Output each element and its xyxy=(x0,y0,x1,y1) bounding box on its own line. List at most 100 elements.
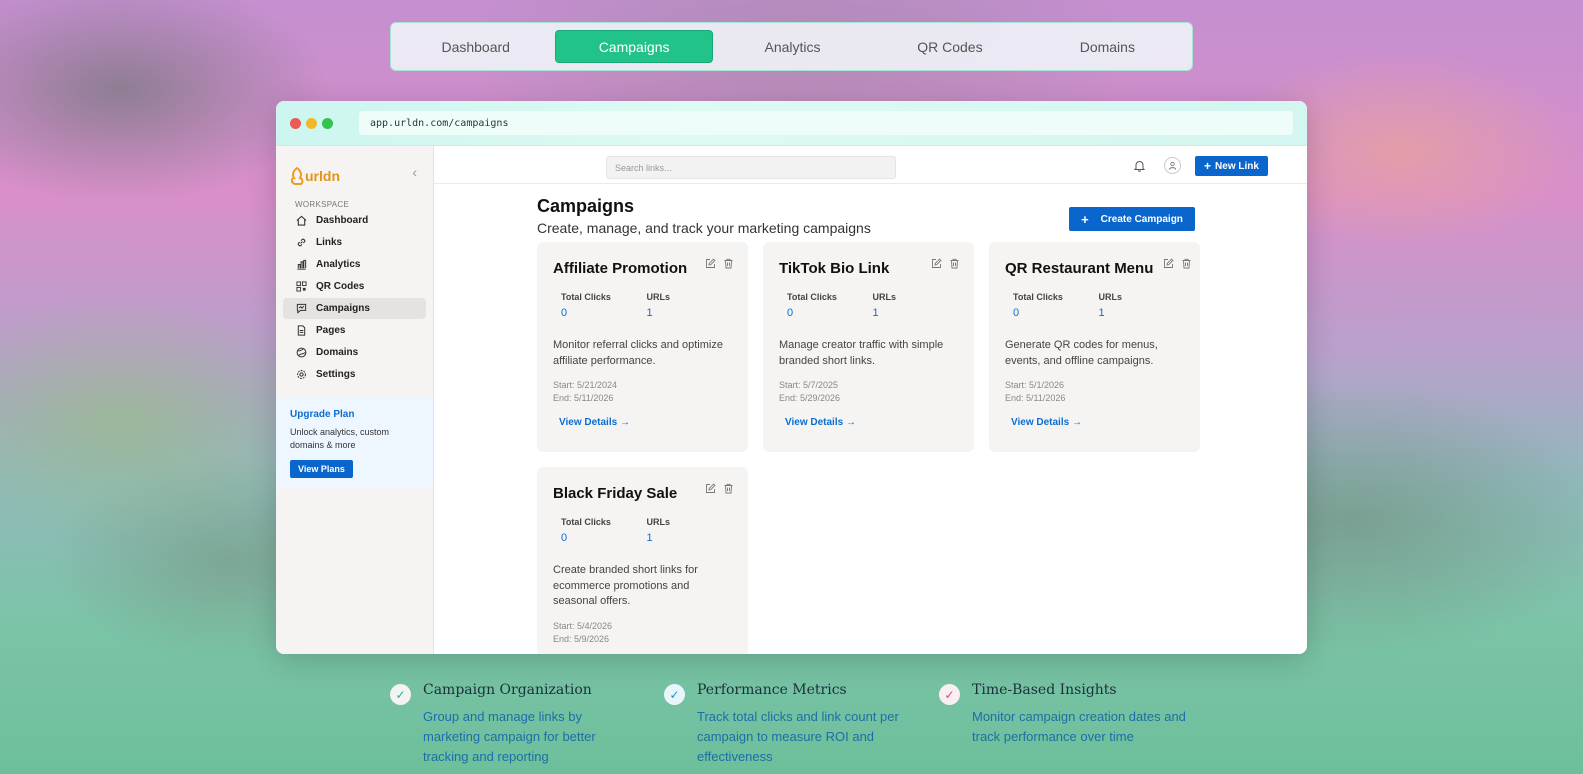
gear-icon xyxy=(295,369,307,381)
create-campaign-label: Create Campaign xyxy=(1100,213,1183,225)
start-date: Start: 5/21/2024 xyxy=(553,380,618,390)
campaign-icon xyxy=(295,303,307,315)
trash-icon[interactable] xyxy=(723,481,734,499)
arrow-right-icon: → xyxy=(1071,417,1082,428)
check-icon: ✓ xyxy=(390,684,411,705)
view-details-link[interactable]: View Details → xyxy=(553,417,732,428)
tab-dashboard[interactable]: Dashboard xyxy=(398,30,553,63)
tab-analytics[interactable]: Analytics xyxy=(715,30,870,63)
urls-label: URLs xyxy=(872,292,897,302)
maximize-window-dot[interactable] xyxy=(322,117,333,129)
view-details-label: View Details xyxy=(785,417,844,428)
trash-icon[interactable] xyxy=(723,256,734,274)
check-icon: ✓ xyxy=(664,684,685,705)
feature-title: Campaign Organization xyxy=(423,682,592,698)
campaign-description: Generate QR codes for menus, events, and… xyxy=(1005,339,1158,367)
page-title: Campaigns xyxy=(537,196,635,216)
search-input[interactable]: Search links... xyxy=(606,156,896,179)
card-actions xyxy=(931,256,960,274)
view-details-link[interactable]: View Details → xyxy=(779,417,958,428)
qr-icon xyxy=(295,281,307,293)
campaign-description: Manage creator traffic with simple brand… xyxy=(779,339,944,367)
campaign-description: Monitor referral clicks and optimize aff… xyxy=(553,339,723,367)
sidebar-nav: Dashboard Links Analytics QR Codes Campa… xyxy=(276,210,433,385)
card-actions xyxy=(705,481,734,499)
edit-icon[interactable] xyxy=(705,256,716,274)
view-details-link[interactable]: View Details → xyxy=(1005,417,1184,428)
feature-description: Track total clicks and link count per ca… xyxy=(697,709,899,764)
address-bar[interactable]: app.urldn.com/campaigns xyxy=(359,111,1293,135)
card-actions xyxy=(1163,256,1192,274)
campaign-title: QR Restaurant Menu xyxy=(1005,260,1154,277)
total-clicks-value: 0 xyxy=(561,307,568,319)
create-campaign-button[interactable]: + Create Campaign xyxy=(1069,207,1195,231)
arrow-right-icon: → xyxy=(619,417,630,428)
urls-value: 1 xyxy=(872,307,879,319)
total-clicks-label: Total Clicks xyxy=(561,292,611,302)
total-clicks-label: Total Clicks xyxy=(1013,292,1063,302)
upgrade-title: Upgrade Plan xyxy=(290,409,355,420)
sidebar-item-dashboard[interactable]: Dashboard xyxy=(283,210,426,231)
close-window-dot[interactable] xyxy=(290,117,301,129)
start-date: Start: 5/1/2026 xyxy=(1005,380,1065,390)
logo[interactable]: urldn xyxy=(276,146,433,190)
sidebar-item-qr-codes[interactable]: QR Codes xyxy=(283,276,426,297)
edit-icon[interactable] xyxy=(931,256,942,274)
new-link-label: New Link xyxy=(1215,160,1259,172)
section-label: WORKSPACE xyxy=(295,200,350,209)
tab-qr-codes[interactable]: QR Codes xyxy=(872,30,1027,63)
top-nav: Dashboard Campaigns Analytics QR Codes D… xyxy=(390,22,1193,71)
upgrade-panel: Upgrade Plan Unlock analytics, custom do… xyxy=(276,398,433,488)
campaign-card: Affiliate Promotion Total Clicks 0 URLs 1 … xyxy=(537,242,748,452)
bell-icon[interactable] xyxy=(1133,159,1146,177)
features-row: ✓ Campaign Organization Group and manage… xyxy=(390,682,1210,772)
feature-time-based-insights: ✓ Time-Based Insights Monitor campaign c… xyxy=(939,682,1189,747)
end-date: End: 5/11/2026 xyxy=(1005,393,1066,403)
sidebar-item-links[interactable]: Links xyxy=(283,232,426,253)
card-actions xyxy=(705,256,734,274)
user-avatar-icon[interactable] xyxy=(1164,157,1181,174)
total-clicks-label: Total Clicks xyxy=(561,517,611,527)
plus-icon: + xyxy=(1081,211,1089,227)
urls-label: URLs xyxy=(1098,292,1123,302)
sidebar-item-label: Campaigns xyxy=(316,303,370,314)
globe-icon xyxy=(295,347,307,359)
campaign-dates: Start: 5/1/2026 End: 5/11/2026 xyxy=(1005,379,1184,405)
trash-icon[interactable] xyxy=(1181,256,1192,274)
minimize-window-dot[interactable] xyxy=(306,117,317,129)
logo-text: urldn xyxy=(305,168,340,184)
check-icon: ✓ xyxy=(939,684,960,705)
sidebar-item-pages[interactable]: Pages xyxy=(283,320,426,341)
urls-value: 1 xyxy=(646,532,653,544)
tab-campaigns[interactable]: Campaigns xyxy=(555,30,713,63)
home-icon xyxy=(295,215,307,227)
top-bar: Search links... + New Link xyxy=(434,146,1307,184)
new-link-button[interactable]: + New Link xyxy=(1195,156,1268,176)
campaign-dates: Start: 5/7/2025 End: 5/29/2026 xyxy=(779,379,958,405)
sidebar-item-campaigns[interactable]: Campaigns xyxy=(283,298,426,319)
end-date: End: 5/9/2026 xyxy=(553,633,610,644)
sidebar-item-domains[interactable]: Domains xyxy=(283,342,426,363)
feature-description: Monitor campaign creation dates and trac… xyxy=(972,709,1186,744)
sidebar-item-analytics[interactable]: Analytics xyxy=(283,254,426,275)
sidebar-item-label: Dashboard xyxy=(316,215,369,226)
sidebar-item-settings[interactable]: Settings xyxy=(283,364,426,385)
logo-icon xyxy=(290,167,304,185)
campaign-stats: Total Clicks 0 URLs 1 xyxy=(1005,292,1184,319)
view-plans-button[interactable]: View Plans xyxy=(290,460,353,478)
sidebar: urldn ‹ WORKSPACE Dashboard Links Analyt… xyxy=(276,146,434,654)
sidebar-item-label: Settings xyxy=(316,369,356,380)
sidebar-item-label: QR Codes xyxy=(316,281,365,292)
trash-icon[interactable] xyxy=(949,256,960,274)
collapse-sidebar-icon[interactable]: ‹ xyxy=(412,164,417,180)
end-date: End: 5/11/2026 xyxy=(553,393,614,403)
urls-label: URLs xyxy=(646,292,671,302)
page-subtitle: Create, manage, and track your marketing… xyxy=(537,220,871,236)
arrow-right-icon: → xyxy=(845,417,856,428)
tab-domains[interactable]: Domains xyxy=(1030,30,1185,63)
edit-icon[interactable] xyxy=(1163,256,1174,274)
bar-chart-icon xyxy=(295,259,307,271)
start-date: Start: 5/7/2025 xyxy=(779,380,839,390)
campaign-card: TikTok Bio Link Total Clicks 0 URLs 1 Mana… xyxy=(763,242,974,452)
edit-icon[interactable] xyxy=(705,481,716,499)
